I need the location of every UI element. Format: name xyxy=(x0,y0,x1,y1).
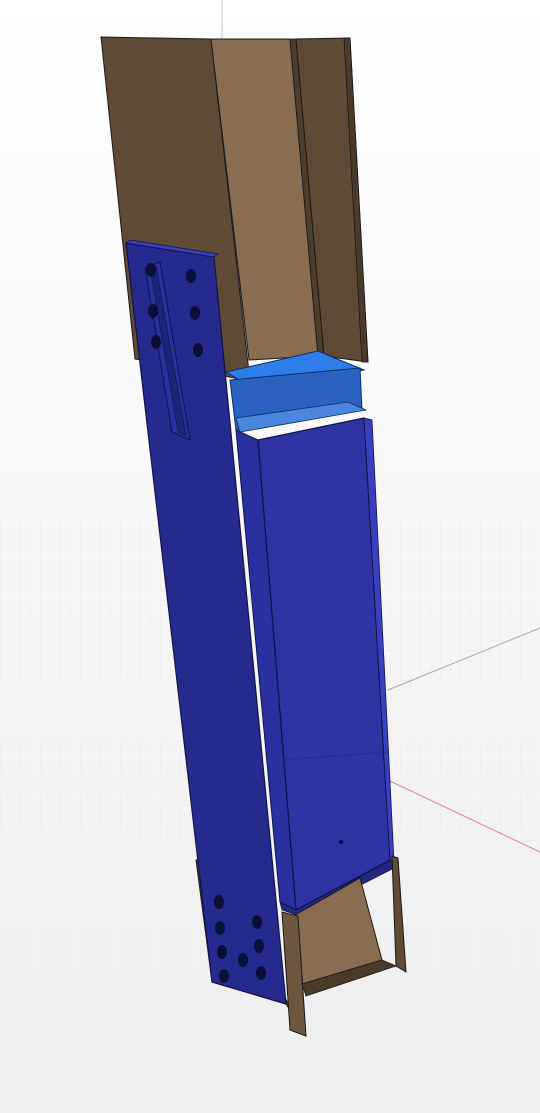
bolt-hole xyxy=(148,304,158,318)
3d-viewport[interactable] xyxy=(0,0,540,1113)
bolt-hole xyxy=(215,921,225,935)
bolt-hole xyxy=(146,263,156,277)
bolt-hole xyxy=(254,939,264,953)
bolt-hole xyxy=(214,895,224,909)
bolt-hole xyxy=(252,915,262,929)
bolt-hole xyxy=(219,969,229,983)
bolt-hole xyxy=(217,945,227,959)
bolt-hole xyxy=(151,335,161,349)
bolt-hole xyxy=(190,306,200,320)
bolt-hole xyxy=(238,953,248,967)
scene-canvas[interactable] xyxy=(0,0,540,1113)
bolt-hole xyxy=(186,269,196,283)
bolt-hole xyxy=(256,966,266,980)
sleeve-pin-hole xyxy=(338,839,344,845)
bolt-hole xyxy=(193,343,203,357)
